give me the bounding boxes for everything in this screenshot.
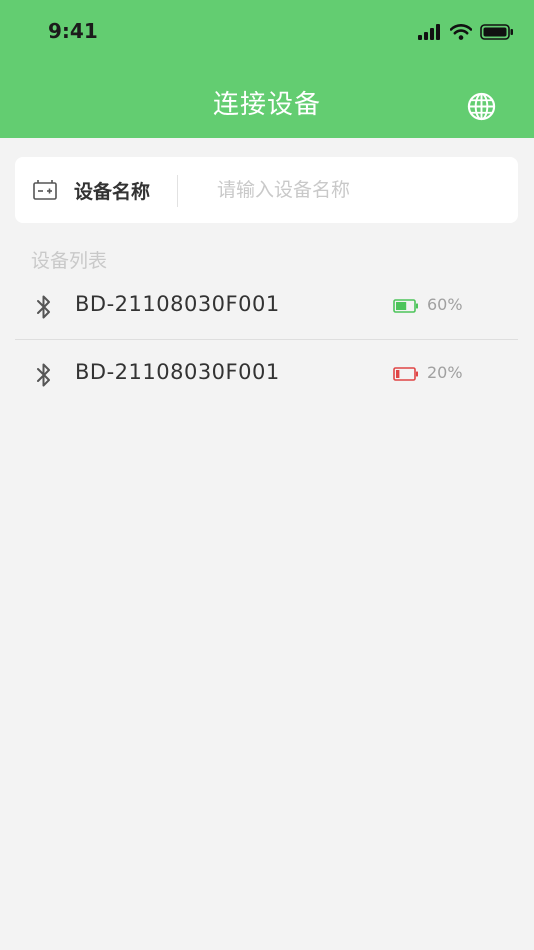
device-list-item[interactable]: BD-21108030F001 20% [0, 340, 534, 408]
device-name: BD-21108030F001 [75, 292, 280, 316]
device-name: BD-21108030F001 [75, 360, 280, 384]
search-divider [177, 175, 178, 207]
status-icons [418, 22, 514, 42]
device-list-title: 设备列表 [31, 250, 108, 272]
device-battery-icon [33, 180, 57, 200]
battery-level-icon [393, 299, 418, 313]
bluetooth-icon [37, 363, 50, 387]
device-name-label: 设备名称 [74, 181, 151, 203]
app-screen: 9:41 连接设备 设备名称 请输入设备名称 设备列表 BD-21108030F… [0, 0, 534, 950]
device-name-input[interactable] [195, 169, 505, 211]
status-battery-icon [480, 24, 513, 40]
search-card: 设备名称 [15, 157, 518, 223]
device-list: BD-21108030F001 60% BD-21108030F001 20% [0, 272, 534, 408]
header-bar: 9:41 连接设备 [0, 0, 534, 138]
battery-percentage: 20% [427, 363, 463, 382]
battery-level-icon [393, 367, 418, 381]
bluetooth-icon [37, 295, 50, 319]
battery-percentage: 60% [427, 295, 463, 314]
cellular-signal-icon [418, 24, 440, 40]
device-list-item[interactable]: BD-21108030F001 60% [0, 272, 534, 340]
globe-icon[interactable] [466, 91, 497, 122]
wifi-icon [450, 24, 472, 40]
page-title: 连接设备 [212, 90, 321, 120]
status-time: 9:41 [48, 19, 98, 43]
